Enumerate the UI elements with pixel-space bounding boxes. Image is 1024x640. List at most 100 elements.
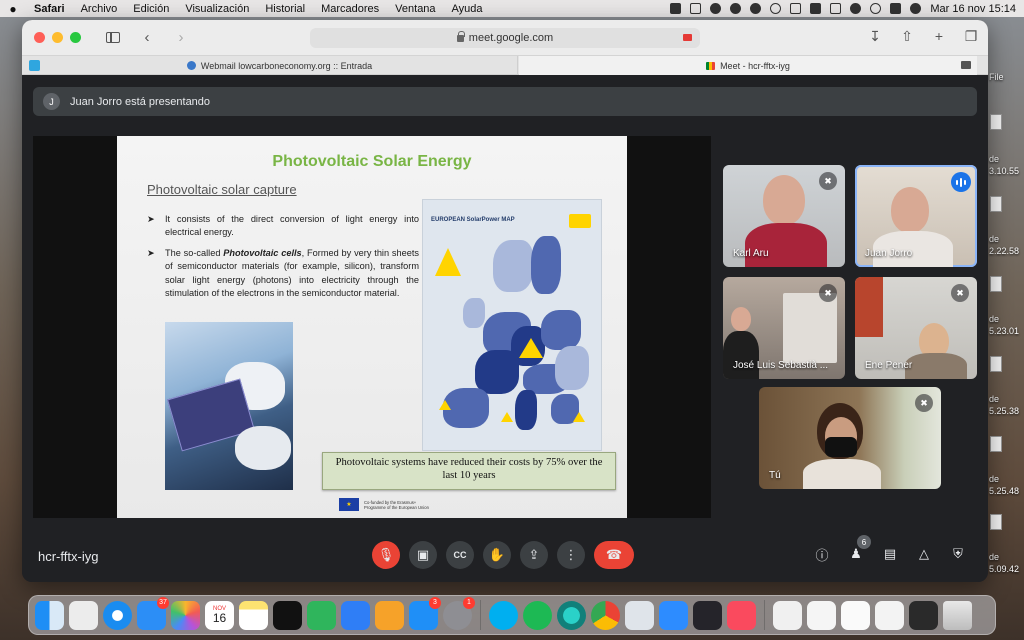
system-preferences-icon[interactable]: 1 <box>443 596 475 630</box>
mail-icon[interactable]: 37 <box>137 596 169 630</box>
desktop-label[interactable]: de <box>989 394 999 404</box>
desktop-label[interactable]: 5.23.01 <box>989 326 1019 336</box>
pinned-tab-icon[interactable] <box>29 60 40 71</box>
menu-app-safari[interactable]: Safari <box>26 3 73 15</box>
desktop-label[interactable]: de <box>989 154 999 164</box>
launchpad-icon[interactable] <box>69 600 98 630</box>
camera-status-icon[interactable] <box>670 3 682 14</box>
minimize-window-button[interactable] <box>52 32 63 43</box>
zoom-window-button[interactable] <box>70 32 81 43</box>
control-center-icon[interactable] <box>890 3 902 14</box>
raise-hand-button[interactable]: ✋ <box>483 541 511 569</box>
desktop-label[interactable]: 2.22.58 <box>989 246 1019 256</box>
chrome-icon[interactable] <box>591 600 620 630</box>
menu-edicion[interactable]: Edición <box>125 3 177 15</box>
menu-archivo[interactable]: Archivo <box>73 3 126 15</box>
leave-call-button[interactable]: ☎ <box>594 541 634 569</box>
camera-toggle-button[interactable]: ▣ <box>409 541 437 569</box>
document-icon[interactable] <box>773 600 802 630</box>
participant-tile-self[interactable]: ✖ Tú <box>759 387 941 489</box>
menu-marcadores[interactable]: Marcadores <box>313 3 387 15</box>
bluetooth-icon[interactable] <box>810 3 822 14</box>
desktop-label[interactable]: de <box>989 234 999 244</box>
document-icon[interactable] <box>841 600 870 630</box>
participant-tile-juan[interactable]: Juan Jorro <box>855 165 977 267</box>
photos-icon[interactable] <box>171 600 200 630</box>
close-window-button[interactable] <box>34 32 45 43</box>
battery-icon[interactable] <box>830 3 842 14</box>
preview-icon[interactable] <box>625 600 654 630</box>
calendar-icon[interactable]: NOV 16 <box>205 600 234 630</box>
more-options-button[interactable]: ⋮ <box>557 541 585 569</box>
menu-ayuda[interactable]: Ayuda <box>444 3 491 15</box>
camera-in-use-icon[interactable] <box>683 34 692 41</box>
siri-icon[interactable] <box>910 3 922 14</box>
desktop-label[interactable]: de <box>989 474 999 484</box>
skype-icon[interactable] <box>489 600 518 630</box>
spotlight-search-icon[interactable] <box>870 3 882 14</box>
desktop-label[interactable]: 3.10.55 <box>989 166 1019 176</box>
participant-tile-ene[interactable]: ✖ Ene Pener <box>855 277 977 379</box>
menu-historial[interactable]: Historial <box>257 3 313 15</box>
dropbox-icon[interactable] <box>710 3 722 14</box>
keynote-icon[interactable] <box>341 600 370 630</box>
screenshot-stack-icon[interactable] <box>909 600 938 630</box>
host-controls-button[interactable]: ⛨ <box>946 542 970 566</box>
menu-visualizacion[interactable]: Visualización <box>177 3 257 15</box>
notes-icon[interactable] <box>239 600 268 630</box>
desktop-file-icon[interactable] <box>990 436 1002 452</box>
back-button[interactable]: ‹ <box>137 28 157 48</box>
sidebar-toggle-button[interactable] <box>103 28 123 48</box>
pages-icon[interactable] <box>375 600 404 630</box>
participant-tile-karl[interactable]: ✖ Karl Aru <box>723 165 845 267</box>
trash-icon[interactable] <box>943 600 972 630</box>
tab-meet[interactable]: Meet - hcr-fftx-iyg <box>519 56 977 75</box>
app-store-icon[interactable]: 3 <box>409 596 441 630</box>
apple-tv-icon[interactable] <box>273 600 302 630</box>
screen-share-status-icon[interactable] <box>690 3 702 14</box>
presentation-stage[interactable]: Photovoltaic Solar Energy Photovoltaic s… <box>33 136 711 518</box>
document-icon[interactable] <box>807 600 836 630</box>
participant-tile-jose-luis[interactable]: ✖ José Luis Sebastià ... <box>723 277 845 379</box>
sync-icon[interactable] <box>730 3 742 14</box>
forward-button[interactable]: › <box>171 28 191 48</box>
desktop-label[interactable]: de <box>989 314 999 324</box>
downloads-icon[interactable]: ↧ <box>866 28 884 45</box>
tab-webmail[interactable]: Webmail lowcarboneconomy.org :: Entrada <box>42 56 518 75</box>
numbers-icon[interactable] <box>307 600 336 630</box>
desktop-label[interactable]: de <box>989 552 999 562</box>
desktop-label[interactable]: File <box>989 72 1004 82</box>
wifi-icon[interactable] <box>850 3 862 14</box>
microphone-toggle-button[interactable]: 🎙 <box>372 541 400 569</box>
present-now-button[interactable]: ⇪ <box>520 541 548 569</box>
safari-icon[interactable] <box>103 600 132 630</box>
skype-status-icon[interactable] <box>750 3 762 14</box>
meeting-details-button[interactable]: ⓘ <box>810 542 834 566</box>
display-icon[interactable] <box>790 3 802 14</box>
captions-button[interactable]: CC <box>446 541 474 569</box>
address-bar[interactable]: meet.google.com <box>310 28 700 48</box>
desktop-label[interactable]: 5.09.42 <box>989 564 1019 574</box>
document-icon[interactable] <box>875 600 904 630</box>
desktop-file-icon[interactable] <box>990 356 1002 372</box>
edge-icon[interactable] <box>557 600 586 630</box>
music-icon[interactable] <box>727 600 756 630</box>
spotify-icon[interactable] <box>523 600 552 630</box>
activities-button[interactable]: △ <box>912 542 936 566</box>
zoom-icon[interactable] <box>659 600 688 630</box>
chat-button[interactable]: ▤ <box>878 542 902 566</box>
desktop-label[interactable]: 5.25.38 <box>989 406 1019 416</box>
menu-clock[interactable]: Mar 16 nov 15:14 <box>930 3 1016 15</box>
tab-overview-icon[interactable]: ❐ <box>962 28 980 45</box>
new-tab-icon[interactable]: + <box>930 28 948 45</box>
desktop-file-icon[interactable] <box>990 114 1002 130</box>
imovie-icon[interactable] <box>693 600 722 630</box>
desktop-file-icon[interactable] <box>990 196 1002 212</box>
finder-icon[interactable] <box>35 600 64 630</box>
record-icon[interactable] <box>770 3 782 14</box>
desktop-label[interactable]: 5.25.48 <box>989 486 1019 496</box>
menu-ventana[interactable]: Ventana <box>387 3 443 15</box>
share-icon[interactable]: ⇧ <box>898 28 916 45</box>
apple-icon[interactable]: ● <box>0 2 26 16</box>
desktop-file-icon[interactable] <box>990 514 1002 530</box>
